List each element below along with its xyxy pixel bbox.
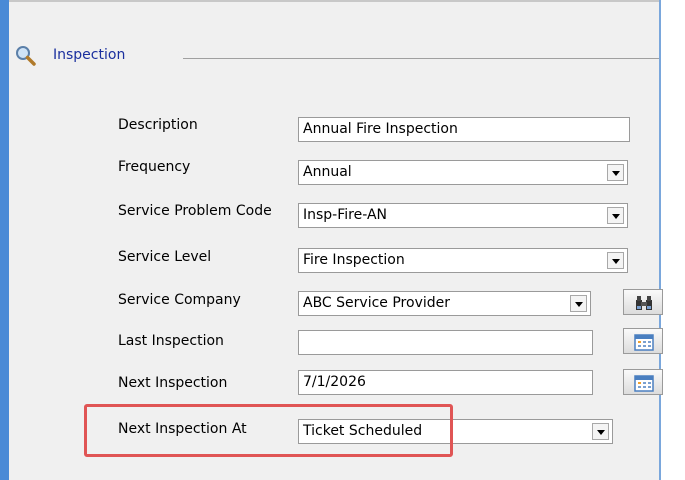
- calendar-icon: [634, 375, 654, 392]
- description-field[interactable]: Annual Fire Inspection: [298, 117, 630, 142]
- service-company-lookup-button[interactable]: [623, 289, 663, 315]
- last-inspection-field[interactable]: [298, 330, 593, 355]
- right-panel-strip: [661, 0, 685, 480]
- next-inspection-calendar-button[interactable]: [623, 369, 663, 395]
- section-divider: [183, 58, 659, 59]
- chevron-down-icon[interactable]: [607, 252, 624, 269]
- chevron-down-icon[interactable]: [607, 207, 624, 224]
- highlight-box: [84, 404, 453, 457]
- frequency-label: Frequency: [118, 159, 191, 175]
- frequency-value: Annual: [303, 164, 352, 180]
- service-level-label: Service Level: [118, 249, 212, 265]
- service-problem-code-select[interactable]: Insp-Fire-AN: [298, 203, 628, 228]
- service-level-value: Fire Inspection: [303, 252, 405, 268]
- next-inspection-label: Next Inspection: [118, 375, 228, 391]
- service-problem-code-value: Insp-Fire-AN: [303, 207, 388, 223]
- binoculars-icon: [636, 296, 652, 310]
- window-top-border: [0, 0, 685, 2]
- chevron-down-icon[interactable]: [607, 164, 624, 181]
- last-inspection-label: Last Inspection: [118, 333, 224, 349]
- chevron-down-icon[interactable]: [592, 423, 609, 440]
- magnifier-icon: [14, 44, 38, 68]
- section-title: Inspection: [53, 47, 126, 63]
- service-company-label: Service Company: [118, 292, 241, 308]
- service-level-select[interactable]: Fire Inspection: [298, 248, 628, 273]
- service-company-value: ABC Service Provider: [303, 295, 450, 311]
- last-inspection-calendar-button[interactable]: [623, 328, 663, 354]
- frequency-select[interactable]: Annual: [298, 160, 628, 185]
- description-label: Description: [118, 117, 198, 133]
- service-problem-code-label: Service Problem Code: [118, 203, 272, 219]
- window-left-border: [0, 0, 9, 480]
- calendar-icon: [634, 334, 654, 351]
- next-inspection-field[interactable]: 7/1/2026: [298, 370, 593, 395]
- service-company-select[interactable]: ABC Service Provider: [298, 291, 591, 316]
- chevron-down-icon[interactable]: [570, 295, 587, 312]
